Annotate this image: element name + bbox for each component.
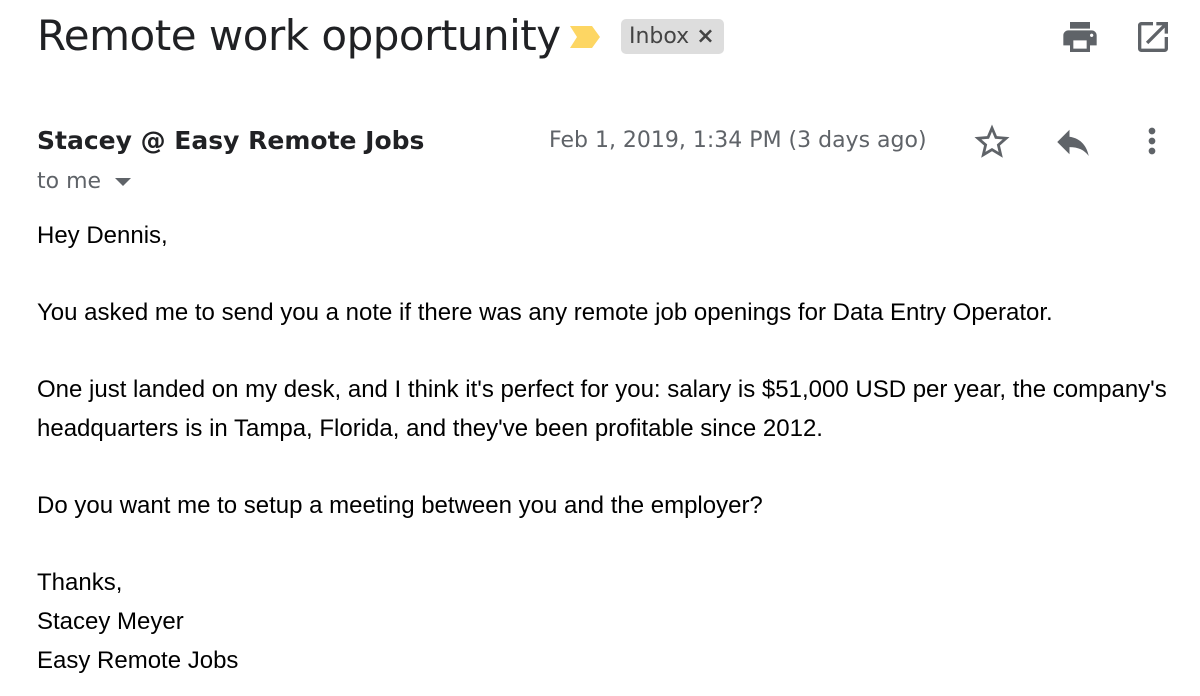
signature-name: Stacey Meyer <box>37 608 184 635</box>
inbox-label-chip: Inbox × <box>621 19 724 54</box>
print-icon[interactable] <box>1060 17 1100 57</box>
recipient-details-toggle[interactable]: to me <box>37 167 132 197</box>
email-signoff: Thanks, <box>37 569 123 596</box>
star-icon[interactable] <box>971 121 1011 161</box>
remove-label-button[interactable]: × <box>696 24 714 49</box>
open-in-new-window-icon[interactable] <box>1133 17 1173 57</box>
email-paragraph-3: Do you want me to setup a meeting betwee… <box>37 492 763 519</box>
more-vert-icon[interactable] <box>1132 121 1172 161</box>
label-chip-text: Inbox <box>629 24 690 49</box>
message-header: Stacey @ Easy Remote Jobs Feb 1, 2019, 1… <box>0 115 1200 205</box>
email-paragraph-2: One just landed on my desk, and I think … <box>37 376 1167 442</box>
recipient-text: to me <box>37 169 102 194</box>
signature-company: Easy Remote Jobs <box>37 647 239 674</box>
email-subject: Remote work opportunity <box>37 11 561 60</box>
caret-down-icon <box>115 178 132 186</box>
importance-marker-icon[interactable] <box>568 24 602 50</box>
sender-name[interactable]: Stacey @ Easy Remote Jobs <box>37 125 424 157</box>
email-header: Remote work opportunity Inbox × <box>0 0 1200 80</box>
email-body: Hey Dennis, You asked me to send you a n… <box>37 216 1177 680</box>
email-greeting: Hey Dennis, <box>37 222 168 249</box>
message-date: Feb 1, 2019, 1:34 PM (3 days ago) <box>549 128 927 153</box>
email-paragraph-1: You asked me to send you a note if there… <box>37 299 1053 326</box>
reply-icon[interactable] <box>1052 121 1092 161</box>
